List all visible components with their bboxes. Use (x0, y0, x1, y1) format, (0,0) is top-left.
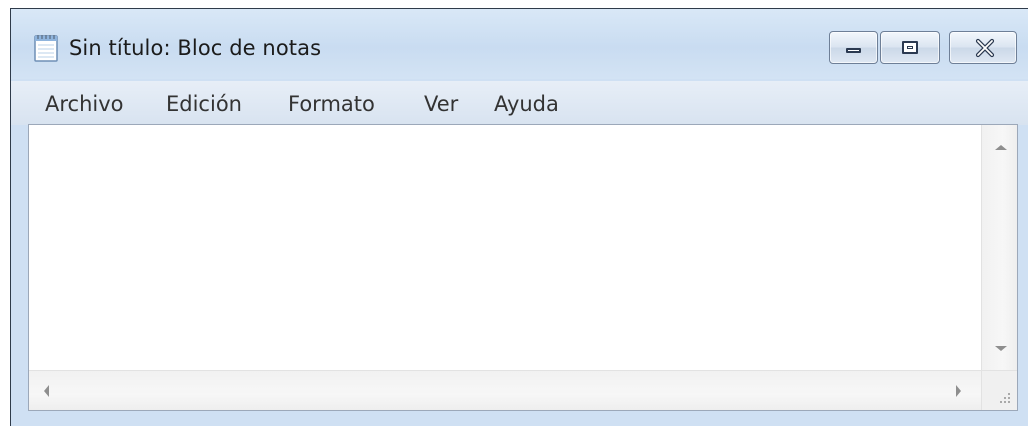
maximize-icon (902, 41, 918, 54)
text-editor[interactable] (29, 125, 981, 370)
window-title: Sin título: Bloc de notas (69, 36, 322, 60)
vertical-scrollbar[interactable] (981, 125, 1017, 370)
arrow-right-icon[interactable] (956, 385, 961, 397)
arrow-left-icon[interactable] (44, 385, 49, 397)
close-icon (974, 37, 996, 59)
arrow-down-icon[interactable] (995, 346, 1007, 351)
menu-formato[interactable]: Formato (288, 89, 375, 119)
horizontal-scrollbar[interactable] (29, 370, 981, 410)
notepad-icon[interactable] (33, 33, 61, 62)
close-button[interactable] (949, 31, 1017, 64)
notepad-window: Sin título: Bloc de notas Archivo Edició… (10, 8, 1028, 426)
editor-frame (28, 124, 1018, 411)
maximize-button[interactable] (880, 31, 940, 64)
minimize-icon (846, 48, 861, 53)
size-grip[interactable] (981, 370, 1017, 410)
menu-archivo[interactable]: Archivo (45, 89, 124, 119)
title-bar[interactable]: Sin título: Bloc de notas (11, 9, 1028, 79)
menu-bar: Archivo Edición Formato Ver Ayuda (11, 81, 1028, 125)
menu-ver[interactable]: Ver (424, 89, 458, 119)
minimize-button[interactable] (829, 31, 878, 64)
menu-ayuda[interactable]: Ayuda (494, 89, 559, 119)
size-grip-icon (997, 389, 1011, 403)
window-bottom-border[interactable] (11, 411, 1028, 426)
arrow-up-icon[interactable] (995, 145, 1007, 150)
menu-edicion[interactable]: Edición (166, 89, 242, 119)
